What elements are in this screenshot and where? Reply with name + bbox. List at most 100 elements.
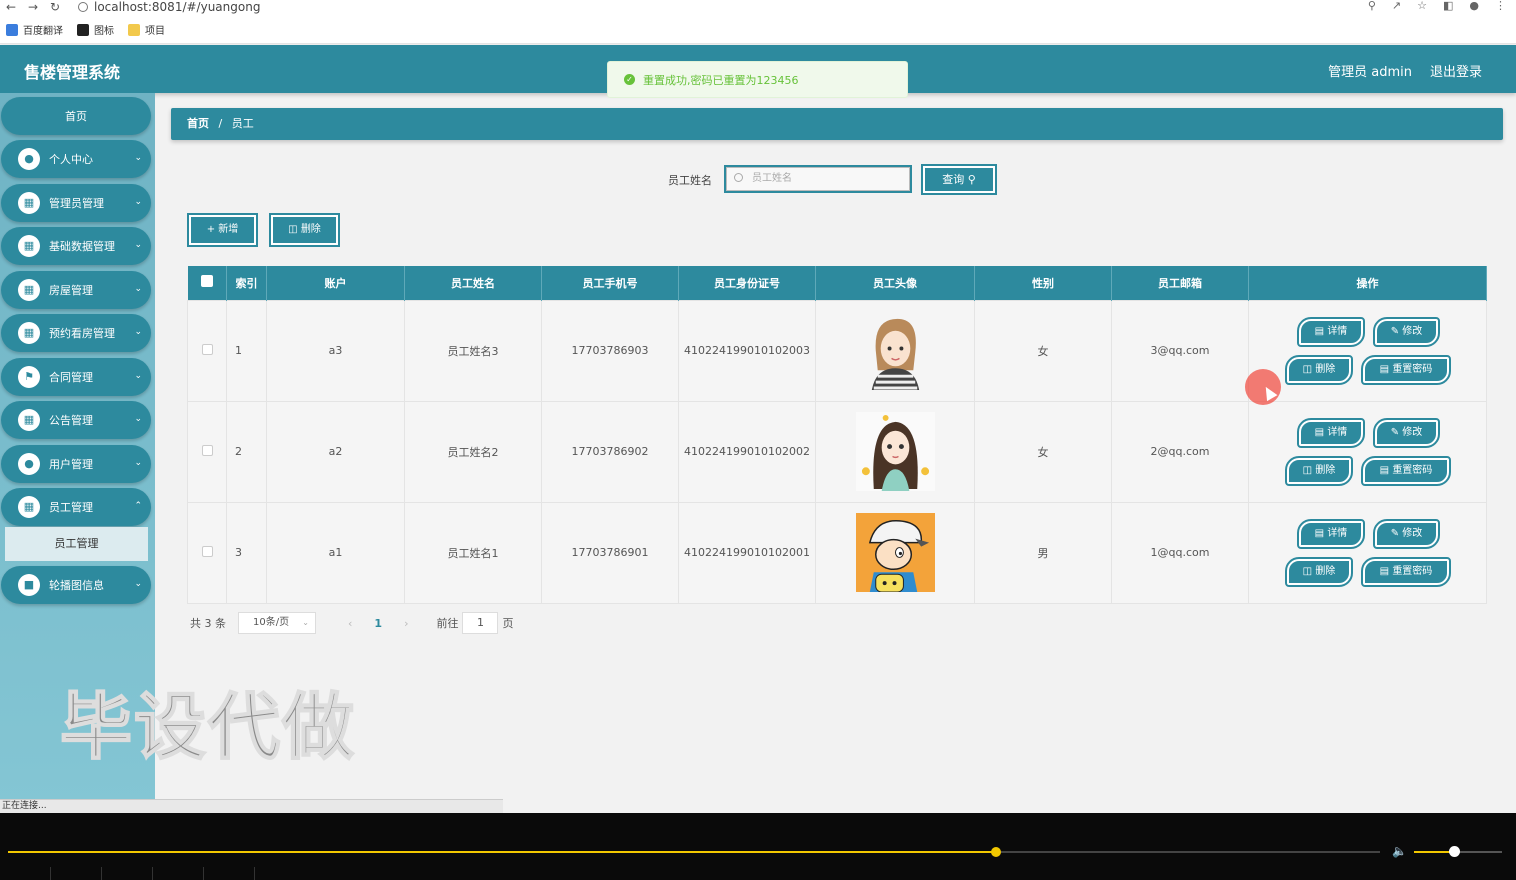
sidebar-item-label: 公告管理 [49,414,93,427]
reload-icon[interactable]: ↻ [44,1,66,13]
idcard-cell: 410224199010102003 [678,299,816,402]
logout-link[interactable]: 退出登录 [1430,61,1482,80]
more-icon[interactable]: ⋮ [1495,0,1506,12]
share-icon[interactable]: ↗ [1392,0,1401,12]
volume-icon[interactable]: 🔈 [1392,844,1407,858]
row-select-cell[interactable] [187,400,227,503]
sidebar-item-personal[interactable]: ● 个人中心 ⌄ [1,140,151,178]
query-button[interactable]: 查询 ⚲ [921,164,997,195]
check-circle-icon: ✓ [624,74,635,85]
sidebar-item-contracts[interactable]: ⚑ 合同管理 ⌄ [1,358,151,396]
sidebar-item-staff[interactable]: ▦ 员工管理 ⌃ [1,488,151,526]
forward-icon[interactable]: → [22,1,44,13]
control-slot[interactable] [51,867,102,880]
goto-label: 前往 [436,617,459,630]
index-cell: 1 [226,299,267,402]
sidebar-item-carousel[interactable]: ■ 轮播图信息 ⌄ [1,566,151,604]
delete-button[interactable]: ◫ 删除 [1285,354,1353,385]
select-all-checkbox[interactable] [200,275,213,288]
browser-status: 正在连接... [0,799,503,813]
row-checkbox[interactable] [201,343,213,355]
edit-button[interactable]: ✎ 修改 [1373,518,1440,549]
search-input[interactable]: 员工姓名 [724,165,912,193]
sidebar-item-home[interactable]: 首页 [1,97,151,135]
edit-button[interactable]: ✎ 修改 [1373,417,1440,448]
row-select-cell[interactable] [187,299,227,402]
col-header: 操作 [1248,266,1487,300]
add-button[interactable]: + 新增 [187,213,258,247]
delete-label: 删除 [300,224,321,235]
col-header: 员工邮箱 [1111,266,1249,300]
email-cell: 1@qq.com [1111,501,1249,604]
op-label: 删除 [1315,464,1336,476]
reset-password-button[interactable]: ▤ 重置密码 [1361,354,1451,385]
delete-button[interactable]: ◫ 删除 [1285,556,1353,587]
reset-password-button[interactable]: ▤ 重置密码 [1361,556,1451,587]
batch-delete-button[interactable]: ◫ 删除 [269,213,340,247]
chevron-down-icon: ⌄ [134,458,142,468]
op-label: 修改 [1402,325,1423,337]
progress-knob[interactable] [991,847,1001,857]
user-icon: ● [18,453,40,475]
table-row: 3 a1 员工姓名1 17703786901 41022419901010200… [187,501,1487,604]
sidebar-item-label: 预约看房管理 [49,327,115,340]
bookmark-project[interactable]: 项目 [128,22,165,37]
sidebar-item-users[interactable]: ● 用户管理 ⌄ [1,445,151,483]
gender-cell: 男 [974,501,1112,604]
bookmark-icons[interactable]: 图标 [77,22,114,37]
profile-icon[interactable]: ● [1469,0,1479,12]
browser-toolbar: ← → ↻ localhost:8081/#/yuangong ⚲ ↗ ☆ ◧ … [0,0,1516,44]
phone-cell: 17703786903 [541,299,679,402]
grid-icon: ▦ [18,235,40,257]
detail-button[interactable]: ▤ 详情 [1297,316,1365,347]
bookmark-translate[interactable]: 百度翻译 [6,22,63,37]
idcard-cell: 410224199010102002 [678,400,816,503]
op-label: 详情 [1327,426,1348,438]
page-size-select[interactable]: 10条/页 ⌄ [238,612,316,634]
edit-button[interactable]: ✎ 修改 [1373,316,1440,347]
key-icon[interactable]: ⚲ [1368,0,1376,12]
clipboard-icon: ▦ [18,192,40,214]
next-page-icon[interactable]: › [404,617,408,630]
select-all-cell[interactable] [187,266,227,300]
sidebar-item-notices[interactable]: ▦ 公告管理 ⌄ [1,401,151,439]
reset-password-button[interactable]: ▤ 重置密码 [1361,455,1451,486]
row-checkbox[interactable] [201,444,213,456]
col-header: 员工姓名 [404,266,542,300]
control-slot[interactable] [204,867,255,880]
back-icon[interactable]: ← [0,1,22,13]
bookmark-label: 图标 [94,26,114,37]
control-slot[interactable] [153,867,204,880]
sidebar-item-label: 管理员管理 [49,197,104,210]
sidebar-item-admins[interactable]: ▦ 管理员管理 ⌄ [1,184,151,222]
sidebar-item-houses[interactable]: ▦ 房屋管理 ⌄ [1,271,151,309]
col-header: 员工身份证号 [678,266,816,300]
delete-button[interactable]: ◫ 删除 [1285,455,1353,486]
star-icon[interactable]: ☆ [1417,0,1427,12]
volume-knob[interactable] [1449,846,1460,857]
ops-cell: ▤ 详情 ✎ 修改 ◫ 删除 ▤ 重置密码 [1248,400,1487,503]
address-bar[interactable]: localhost:8081/#/yuangong [78,1,260,13]
chevron-down-icon: ⌄ [134,284,142,294]
name-cell: 员工姓名3 [404,299,542,402]
row-checkbox[interactable] [201,545,213,557]
control-slot[interactable] [102,867,153,880]
detail-button[interactable]: ▤ 详情 [1297,518,1365,549]
sidebar-item-basedata[interactable]: ▦ 基础数据管理 ⌄ [1,227,151,265]
grid-icon: ▦ [18,279,40,301]
detail-button[interactable]: ▤ 详情 [1297,417,1365,448]
breadcrumb-home[interactable]: 首页 [187,117,209,130]
goto-input[interactable]: 1 [462,612,499,634]
toast-message: 重置成功,密码已重置为123456 [643,73,799,87]
row-select-cell[interactable] [187,501,227,604]
control-slot[interactable] [0,867,51,880]
bookmarks-bar: 百度翻译 图标 项目 [6,22,165,37]
breadcrumb-separator: / [218,117,223,130]
idcard-cell: 410224199010102001 [678,501,816,604]
sidepanel-icon[interactable]: ◧ [1443,0,1453,12]
sidebar-item-viewings[interactable]: ▦ 预约看房管理 ⌄ [1,314,151,352]
prev-page-icon[interactable]: ‹ [348,617,352,630]
breadcrumb-current: 员工 [231,117,254,130]
page-number[interactable]: 1 [374,617,382,630]
submenu-staff-management[interactable]: 员工管理 [5,527,148,561]
